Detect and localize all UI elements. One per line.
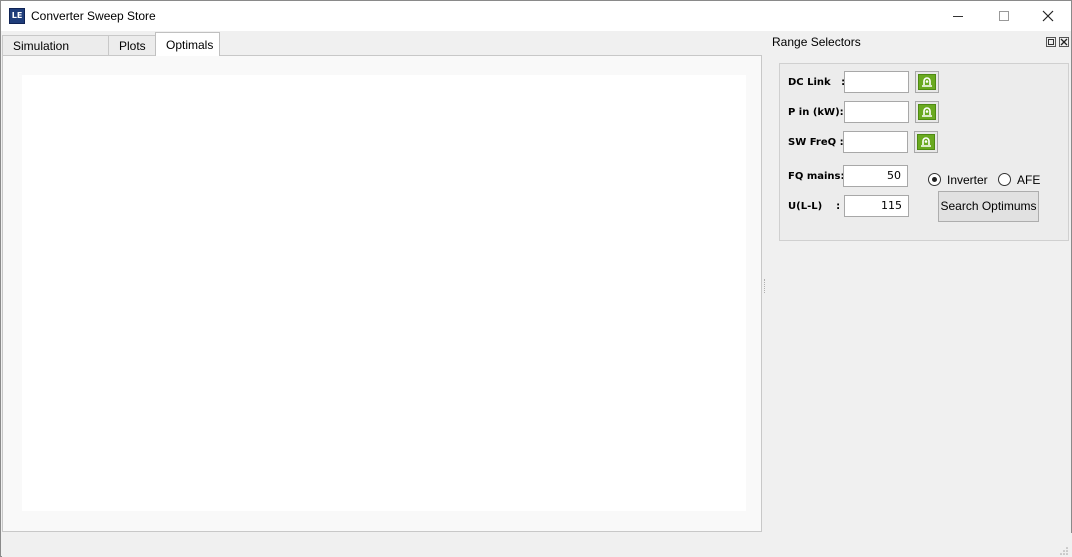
maximize-button[interactable] — [981, 1, 1027, 31]
title-bar: LE Converter Sweep Store — [1, 1, 1071, 31]
close-button[interactable] — [1025, 1, 1071, 31]
tab-bar: Simulation Inputs Plots Optimals — [2, 32, 762, 73]
optimals-panel — [2, 55, 762, 532]
minimize-icon — [953, 15, 963, 17]
sw-freq-label: SW FreQ : — [788, 137, 844, 148]
u-ll-label: U(L-L) : — [788, 201, 841, 212]
u-ll-input[interactable]: 115 — [844, 195, 909, 217]
dock-float-button[interactable] — [1046, 37, 1056, 47]
range-picker-icon — [918, 104, 936, 120]
inverter-radio[interactable] — [928, 173, 941, 186]
range-picker-icon — [917, 134, 935, 150]
close-icon — [1060, 38, 1068, 46]
dock-close-button[interactable] — [1059, 37, 1069, 47]
tab-optimals[interactable]: Optimals — [155, 32, 220, 56]
resize-grip-icon[interactable] — [1059, 546, 1069, 556]
dc-link-label: DC Link : — [788, 77, 846, 88]
fq-mains-input[interactable]: 50 — [843, 165, 908, 187]
p-in-input[interactable] — [844, 101, 909, 123]
maximize-icon — [999, 11, 1009, 21]
fq-mains-label: FQ mains: — [788, 171, 845, 182]
optimals-canvas — [22, 75, 746, 511]
afe-radio-label[interactable]: AFE — [1017, 173, 1040, 187]
dc-link-input[interactable] — [844, 71, 909, 93]
window-title: Converter Sweep Store — [31, 9, 156, 23]
search-optimums-button[interactable]: Search Optimums — [938, 191, 1039, 222]
dock-title: Range Selectors — [772, 35, 861, 49]
tab-simulation-inputs[interactable]: Simulation Inputs — [2, 35, 109, 73]
float-icon — [1048, 39, 1054, 45]
sw-freq-picker-button[interactable] — [914, 131, 938, 153]
inverter-radio-label[interactable]: Inverter — [947, 173, 988, 187]
sw-freq-input[interactable] — [843, 131, 908, 153]
afe-radio[interactable] — [998, 173, 1011, 186]
tab-plots[interactable]: Plots — [108, 35, 156, 56]
p-in-picker-button[interactable] — [915, 101, 939, 123]
main-window: LE Converter Sweep Store Simulation Inpu… — [0, 0, 1072, 557]
range-picker-icon — [918, 74, 936, 90]
status-bar — [2, 533, 1072, 557]
p-in-label: P in (kW): — [788, 107, 844, 118]
app-logo-icon: LE — [9, 8, 25, 24]
dc-link-picker-button[interactable] — [915, 71, 939, 93]
close-icon — [1042, 10, 1054, 22]
splitter-handle[interactable] — [764, 279, 766, 293]
minimize-button[interactable] — [935, 1, 981, 31]
